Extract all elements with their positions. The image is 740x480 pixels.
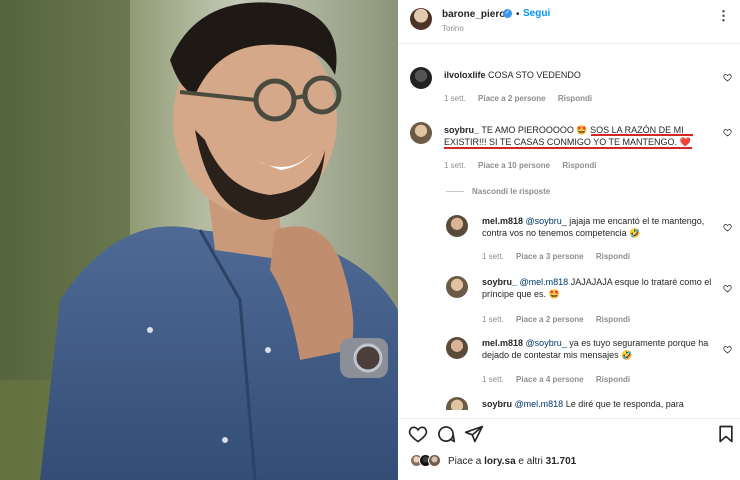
- reply-likes[interactable]: Piace a 2 persone: [516, 315, 584, 324]
- comment-time: 1 sett.: [444, 161, 466, 170]
- comment-text: soybru_ TE AMO PIEROOOOO 🤩 SOS LA RAZÓN …: [444, 124, 709, 148]
- avatar[interactable]: [410, 122, 432, 144]
- heart-icon[interactable]: [723, 345, 732, 354]
- likes-prefix: Piace a: [448, 456, 485, 467]
- reply-username[interactable]: mel.m818: [482, 216, 523, 226]
- reply-likes[interactable]: Piace a 3 persone: [516, 252, 584, 261]
- reply-likes[interactable]: Piace a 4 persone: [516, 375, 584, 384]
- comment-body: COSA STO VEDENDO: [488, 70, 581, 80]
- comment-username[interactable]: ilvoloxlife: [444, 70, 486, 80]
- post-header: barone_piero ✓ • Segui Torino ⋮: [398, 0, 740, 44]
- comment-text: ilvoloxlife COSA STO VEDENDO: [444, 69, 714, 81]
- liker-avatars: [410, 454, 450, 468]
- avatar: [428, 454, 441, 467]
- reply-button[interactable]: Rispondi: [596, 315, 630, 324]
- reply-button[interactable]: Rispondi: [562, 161, 596, 170]
- photo-illustration: [0, 0, 398, 480]
- comment-meta: 1 sett. Piace a 2 persone Rispondi: [444, 94, 602, 103]
- reply-button[interactable]: Rispondi: [596, 375, 630, 384]
- heart-icon[interactable]: [723, 223, 732, 232]
- verified-icon: ✓: [503, 9, 512, 18]
- reply-username[interactable]: mel.m818: [482, 338, 523, 348]
- reply-username[interactable]: soybru_: [482, 277, 517, 287]
- reply-body: Le diré que te responda, para: [565, 399, 684, 409]
- reply-mention[interactable]: @soybru_: [526, 338, 567, 348]
- more-icon[interactable]: ⋮: [717, 8, 730, 24]
- reply-body: JAJAJAJA esque lo trataré como el prínci…: [482, 277, 712, 299]
- reply-meta: 1 sett. Piace a 2 persone Rispondi: [482, 315, 640, 324]
- likes-count[interactable]: 31.701: [546, 456, 577, 467]
- comment-time: 1 sett.: [444, 94, 466, 103]
- hide-replies-button[interactable]: Nascondi le risposte: [446, 187, 550, 196]
- reply-time: 1 sett.: [482, 315, 504, 324]
- avatar[interactable]: [410, 67, 432, 89]
- reply-button[interactable]: Rispondi: [558, 94, 592, 103]
- comment-list[interactable]: ilvoloxlife COSA STO VEDENDO 1 sett. Pia…: [398, 45, 740, 410]
- comment-likes[interactable]: Piace a 2 persone: [478, 94, 546, 103]
- comment-body: TE AMO PIEROOOOO 🤩 SOS LA RAZÓN DE MI EX…: [444, 125, 691, 147]
- heart-icon[interactable]: [723, 128, 732, 137]
- post-username[interactable]: barone_piero: [442, 9, 505, 20]
- comment-icon[interactable]: [436, 424, 456, 444]
- reply-time: 1 sett.: [482, 252, 504, 261]
- bookmark-icon[interactable]: [716, 424, 736, 444]
- highlight-underline: [591, 134, 693, 136]
- hide-replies-label: Nascondi le risposte: [472, 187, 551, 196]
- reply-text: soybru @mel.m818 Le diré que te responda…: [482, 398, 714, 410]
- separator-dot: •: [516, 9, 520, 20]
- reply-text: mel.m818 @soybru_ ya es tuyo seguramente…: [482, 337, 714, 361]
- likes-row: Piace a lory.sa e altri 31.701: [410, 452, 730, 470]
- reply-username[interactable]: soybru: [482, 399, 512, 409]
- action-bar: [398, 418, 740, 446]
- heart-icon[interactable]: [408, 424, 428, 444]
- reply-meta: 1 sett. Piace a 3 persone Rispondi: [482, 252, 640, 261]
- avatar[interactable]: [446, 276, 468, 298]
- avatar[interactable]: [446, 397, 468, 410]
- comment-likes[interactable]: Piace a 10 persone: [478, 161, 550, 170]
- reply-mention[interactable]: @soybru_: [526, 216, 567, 226]
- reply-time: 1 sett.: [482, 375, 504, 384]
- post-location[interactable]: Torino: [442, 24, 464, 33]
- reply-text: soybru_ @mel.m818 JAJAJAJA esque lo trat…: [482, 276, 714, 300]
- post-photo: [0, 0, 398, 480]
- divider: [446, 191, 464, 193]
- avatar[interactable]: [446, 215, 468, 237]
- highlight-underline: [444, 147, 692, 149]
- reply-button[interactable]: Rispondi: [596, 252, 630, 261]
- heart-icon[interactable]: [723, 73, 732, 82]
- reply-meta: 1 sett. Piace a 4 persone Rispondi: [482, 375, 640, 384]
- reply-text: mel.m818 @soybru_ jajaja me encantó el t…: [482, 215, 714, 239]
- likes-suffix: e altri: [515, 456, 546, 467]
- avatar[interactable]: [410, 8, 432, 30]
- liker-username[interactable]: lory.sa: [484, 456, 516, 467]
- heart-icon[interactable]: [723, 284, 732, 293]
- likes-summary[interactable]: Piace a lory.sa e altri 31.701: [448, 456, 576, 467]
- comments-panel: barone_piero ✓ • Segui Torino ⋮ ilvoloxl…: [398, 0, 740, 480]
- share-icon[interactable]: [464, 424, 484, 444]
- avatar[interactable]: [446, 337, 468, 359]
- reply-mention[interactable]: @mel.m818: [520, 277, 569, 287]
- follow-button[interactable]: Segui: [523, 8, 550, 19]
- comment-meta: 1 sett. Piace a 10 persone Rispondi: [444, 161, 607, 170]
- comment-username[interactable]: soybru_: [444, 125, 479, 135]
- reply-mention[interactable]: @mel.m818: [515, 399, 564, 409]
